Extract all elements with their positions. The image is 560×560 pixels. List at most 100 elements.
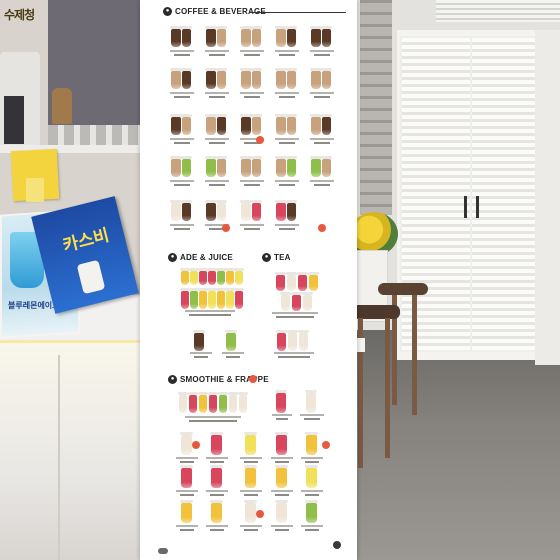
drink-price-line bbox=[279, 228, 295, 230]
drink-price-line bbox=[279, 54, 295, 56]
drink-name-line bbox=[240, 457, 262, 459]
drink-price-line bbox=[244, 96, 260, 98]
drink-price-line bbox=[314, 54, 330, 56]
drink-name-line bbox=[170, 180, 194, 182]
drink-name-line bbox=[272, 312, 318, 314]
drink-name-line bbox=[275, 50, 299, 52]
drink-price-line bbox=[174, 54, 190, 56]
drink-price-line bbox=[276, 418, 288, 420]
drink-name-line bbox=[205, 92, 229, 94]
drink-name-line bbox=[240, 525, 262, 527]
hot-badge-icon bbox=[249, 375, 257, 383]
drink-price-line bbox=[276, 316, 314, 318]
drink-name-line bbox=[240, 50, 264, 52]
drink-price-line bbox=[209, 142, 225, 144]
drink-price-line bbox=[244, 228, 260, 230]
drink-price-line bbox=[209, 54, 225, 56]
drink-name-line bbox=[176, 525, 198, 527]
drink-name-line bbox=[170, 138, 194, 140]
drink-price-line bbox=[244, 494, 258, 496]
drink-name-line bbox=[240, 490, 262, 492]
section-rule bbox=[250, 12, 346, 13]
drink-name-line bbox=[300, 414, 324, 416]
drink-name-line bbox=[240, 180, 264, 182]
banner-stand-foot bbox=[158, 548, 168, 554]
counter-front bbox=[0, 340, 150, 560]
tile-column bbox=[360, 0, 392, 215]
drink-price-line bbox=[189, 420, 237, 422]
drink-name-line bbox=[205, 50, 229, 52]
drink-name-line bbox=[176, 457, 198, 459]
drink-name-line bbox=[271, 457, 293, 459]
drink-price-line bbox=[244, 54, 260, 56]
drink-name-line bbox=[170, 50, 194, 52]
drink-name-line bbox=[274, 352, 314, 354]
hot-badge-icon bbox=[256, 136, 264, 144]
hot-badge-icon bbox=[322, 441, 330, 449]
drink-price-line bbox=[210, 461, 224, 463]
drink-price-line bbox=[209, 96, 225, 98]
bar-stool-seat-2 bbox=[352, 305, 400, 319]
drink-name-line bbox=[310, 50, 334, 52]
drink-name-line bbox=[271, 525, 293, 527]
cup-icon: ● bbox=[168, 253, 177, 262]
drink-name-line bbox=[185, 310, 235, 312]
drink-price-line bbox=[314, 184, 330, 186]
floor bbox=[340, 330, 560, 560]
drink-name-line bbox=[206, 490, 228, 492]
cafe-scene: 수제청 블루레몬에이드 카스비 ● COFFEE & BEVERAGE ● AD… bbox=[0, 0, 560, 560]
drink-price-line bbox=[244, 184, 260, 186]
hot-badge-icon bbox=[318, 224, 326, 232]
drink-name-line bbox=[205, 138, 229, 140]
drink-price-line bbox=[210, 494, 224, 496]
bar-stool-seat bbox=[378, 283, 428, 295]
drink-name-line bbox=[310, 92, 334, 94]
drink-name-line bbox=[310, 138, 334, 140]
drink-price-line bbox=[275, 461, 289, 463]
drink-price-line bbox=[244, 529, 258, 531]
drink-name-line bbox=[170, 224, 194, 226]
drink-price-line bbox=[314, 142, 330, 144]
section-header-tea: ● TEA bbox=[262, 253, 291, 262]
drink-price-line bbox=[210, 529, 224, 531]
drink-price-line bbox=[279, 96, 295, 98]
sticky-note-text: 수제청 bbox=[4, 8, 35, 22]
drink-name-line bbox=[222, 352, 244, 354]
drink-name-line bbox=[271, 490, 293, 492]
drink-price-line bbox=[275, 529, 289, 531]
drink-name-line bbox=[301, 490, 323, 492]
drink-price-line bbox=[180, 461, 194, 463]
drink-name-line bbox=[205, 180, 229, 182]
stool-leg bbox=[412, 295, 417, 415]
cup-icon: ● bbox=[262, 253, 271, 262]
drink-price-line bbox=[305, 461, 319, 463]
drink-price-line bbox=[305, 529, 319, 531]
drink-price-line bbox=[194, 356, 208, 358]
drink-price-line bbox=[174, 142, 190, 144]
glass-row bbox=[48, 125, 140, 145]
cup-icon: ● bbox=[168, 375, 177, 384]
drink-name-line bbox=[275, 224, 299, 226]
drink-price-line bbox=[174, 184, 190, 186]
drink-price-line bbox=[278, 356, 310, 358]
section-title: ADE & JUICE bbox=[180, 253, 233, 262]
drink-name-line bbox=[206, 525, 228, 527]
drink-name-line bbox=[176, 490, 198, 492]
drink-price-line bbox=[226, 356, 240, 358]
drink-name-line bbox=[206, 457, 228, 459]
drink-name-line bbox=[275, 92, 299, 94]
air-vent bbox=[436, 0, 560, 22]
drink-price-line bbox=[180, 529, 194, 531]
drink-price-line bbox=[174, 96, 190, 98]
machine-panel bbox=[4, 96, 24, 144]
drink-name-line bbox=[185, 416, 241, 418]
drink-name-line bbox=[310, 180, 334, 182]
drink-name-line bbox=[301, 457, 323, 459]
drink-price-line bbox=[209, 184, 225, 186]
drink-name-line bbox=[301, 525, 323, 527]
side-door-frame bbox=[535, 30, 560, 365]
door-handle-left bbox=[464, 196, 467, 218]
coffee-grinder bbox=[52, 88, 72, 124]
drink-price-line bbox=[244, 461, 258, 463]
hot-badge-icon bbox=[256, 510, 264, 518]
